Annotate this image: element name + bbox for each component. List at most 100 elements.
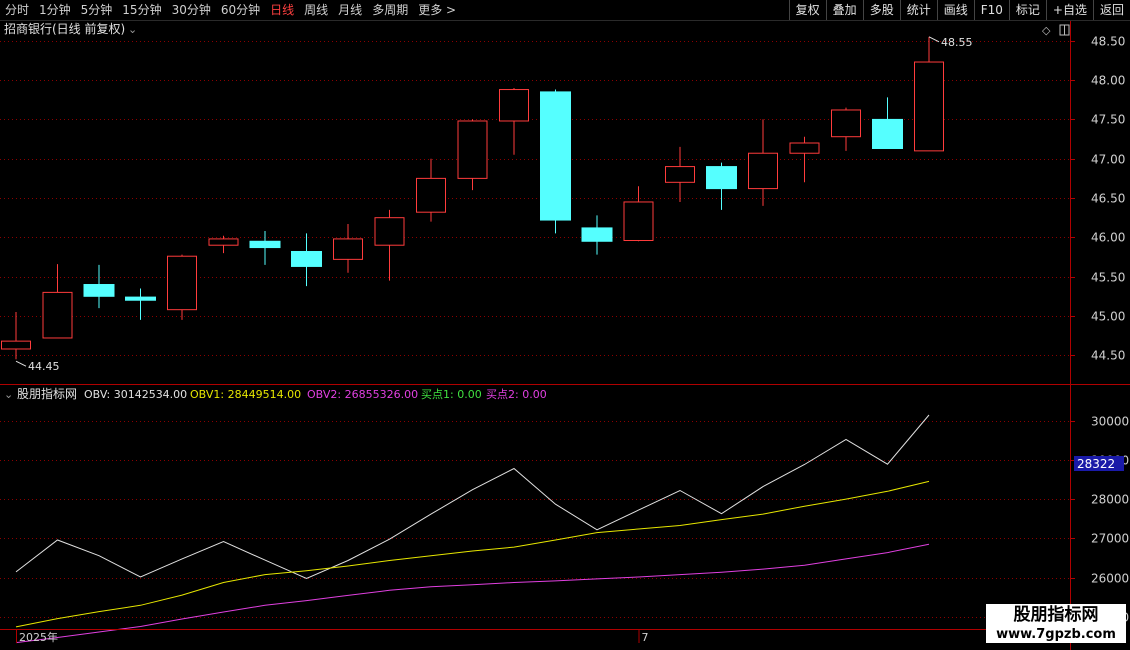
candle-body: [748, 152, 778, 190]
candle-body: [499, 89, 529, 122]
tab-period-4[interactable]: 30分钟: [167, 0, 216, 20]
price-tick-label: 46.50: [1091, 192, 1125, 206]
candle: [540, 89, 571, 234]
candle-body: [291, 250, 322, 267]
candle: [249, 231, 281, 265]
indicator-axis: 250002600027000280002900030000: [1070, 415, 1129, 625]
candle-body: [167, 255, 197, 311]
indicator-grid: [0, 421, 1070, 618]
toolbar-button-1[interactable]: 叠加: [825, 0, 863, 20]
indicator-tick-label: 26000: [1091, 572, 1129, 586]
candle-body: [457, 120, 488, 179]
candle-body: [623, 201, 654, 241]
tab-period-6[interactable]: 日线: [265, 0, 299, 20]
toolbar-button-0[interactable]: 复权: [788, 0, 826, 20]
candle: [291, 233, 322, 287]
tab-period-3[interactable]: 15分钟: [117, 0, 166, 20]
candle-body: [42, 291, 73, 339]
low-marker-arrow: [15, 360, 27, 367]
candle: [872, 97, 903, 150]
candle-body: [789, 142, 820, 154]
toolbar-button-4[interactable]: 画线: [936, 0, 974, 20]
diamond-icon[interactable]: ◇: [1042, 24, 1051, 37]
toolbar-button-2[interactable]: 多股: [862, 0, 900, 20]
candle: [665, 146, 695, 202]
tab-period-1[interactable]: 1分钟: [34, 0, 76, 20]
candle-body: [83, 284, 115, 297]
stock-chart: 44.50 45.00 45.50 46.00 46.50 47.00 47.50 48.00…: [0, 21, 1130, 650]
chevron-down-icon[interactable]: ⌄: [4, 388, 13, 401]
candle: [706, 162, 737, 210]
candle-body: [416, 177, 446, 213]
high-marker: 48.55: [941, 36, 973, 49]
toolbar-button-3[interactable]: 统计: [899, 0, 937, 20]
candle: [125, 288, 156, 320]
main-grid: [0, 41, 1070, 356]
watermark-title: 股朋指标网: [1013, 605, 1099, 625]
price-tick-label: 47.50: [1091, 113, 1125, 127]
candle-body: [914, 61, 944, 152]
main-panel-header: 招商银行(日线 前复权) ⌄ ◇: [4, 21, 1070, 37]
candle: [83, 264, 115, 309]
candle-body: [665, 166, 695, 183]
tab-period-8[interactable]: 月线: [333, 0, 367, 20]
candle-body: [208, 238, 239, 246]
tab-period-9[interactable]: 多周期: [367, 0, 413, 20]
x-axis-labels: 2025年 7: [16, 630, 649, 644]
indicator-header: ⌄ 股朋指标网 OBV: 30142534.00 OBV1: 28449514.0…: [4, 386, 547, 401]
toolbar: 分时 1分钟 5分钟 15分钟 30分钟 60分钟 日线 周线 月线 多周期 更多 > 复权 叠加 多股…: [0, 0, 1130, 21]
chevron-down-icon[interactable]: ⌄: [128, 23, 137, 36]
price-axis: 44.50 45.00 45.50 46.00 46.50 47.00 47.50 48.00…: [1070, 35, 1125, 363]
candle-body: [249, 240, 281, 249]
tab-period-10[interactable]: 更多 >: [413, 0, 461, 20]
indicator-tick-label: 28000: [1091, 493, 1129, 507]
toolbar-button-7[interactable]: +自选: [1045, 0, 1093, 20]
series-line-obv2: [15, 543, 930, 644]
toolbar-button-5[interactable]: F10: [973, 0, 1009, 20]
candle: [167, 254, 197, 320]
price-tick-label: 48.00: [1091, 74, 1125, 88]
candle: [914, 36, 944, 152]
candle-body: [1, 340, 31, 350]
tab-period-7[interactable]: 周线: [299, 0, 333, 20]
candle: [333, 223, 363, 273]
x-axis-label: 2025年: [19, 630, 58, 644]
tab-period-2[interactable]: 5分钟: [76, 0, 118, 20]
indicator-tick-label: 27000: [1091, 532, 1129, 546]
toolbar-button-6[interactable]: 标记: [1008, 0, 1046, 20]
main-panel-title: 招商银行(日线 前复权): [4, 21, 125, 36]
price-tick-label: 46.00: [1091, 231, 1125, 245]
legend-entry: 买点1: 0.00: [421, 388, 482, 401]
candle: [623, 186, 654, 242]
price-tick-label: 47.00: [1091, 153, 1125, 167]
watermark: 股朋指标网 www.7gpzb.com: [986, 604, 1126, 643]
candle: [499, 87, 529, 155]
value-tag-text: 28322: [1077, 457, 1115, 471]
indicator-tick-label: 30000: [1091, 415, 1129, 429]
candle: [208, 235, 239, 254]
candle-body: [581, 227, 613, 242]
candle: [831, 107, 861, 151]
legend-entry: OBV2: 26855326.00: [307, 388, 418, 401]
price-tick-label: 45.50: [1091, 271, 1125, 285]
candle-body: [831, 109, 861, 138]
indicator-name: 股朋指标网: [17, 386, 77, 401]
legend-entry: 买点2: 0.00: [486, 388, 547, 401]
series-line-obv: [15, 414, 930, 580]
candle: [1, 312, 31, 360]
candle: [42, 264, 73, 339]
legend-entry: OBV1: 28449514.00: [190, 388, 301, 401]
candle-body: [706, 166, 737, 190]
toolbar-button-8[interactable]: 返回: [1092, 0, 1130, 20]
candle: [374, 209, 405, 281]
tab-period-0[interactable]: 分时: [0, 0, 34, 20]
toolbar-buttons: 复权 叠加 多股 统计 画线 F10 标记 +自选 返回: [788, 0, 1130, 20]
candle: [457, 119, 488, 191]
x-axis-label: 7: [642, 631, 649, 644]
candle-body: [333, 238, 363, 260]
indicator-lines: [15, 414, 930, 644]
candle: [581, 215, 613, 255]
series-line-obv1: [15, 480, 930, 628]
candle: [748, 119, 778, 206]
tab-period-5[interactable]: 60分钟: [216, 0, 265, 20]
